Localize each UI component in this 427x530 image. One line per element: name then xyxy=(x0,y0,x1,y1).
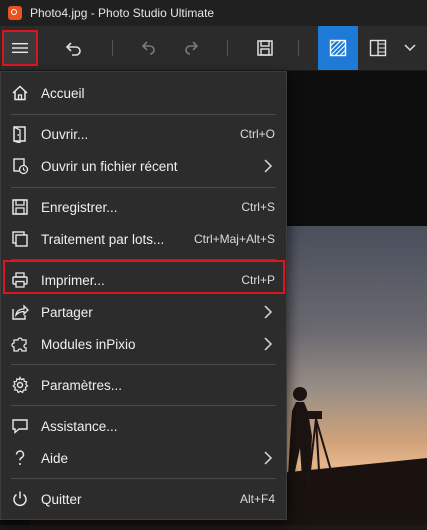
chevron-right-icon xyxy=(264,451,273,465)
undo-icon xyxy=(65,42,81,56)
title-bar: Photo4.jpg - Photo Studio Ultimate xyxy=(0,0,427,26)
menu-item-label: Accueil xyxy=(41,85,85,101)
save-button[interactable] xyxy=(247,30,283,66)
redo-button[interactable] xyxy=(131,30,167,66)
menu-item-assistance[interactable]: Assistance... xyxy=(1,410,286,442)
save-icon xyxy=(257,40,273,56)
menu-item-ouvrir[interactable]: Ouvrir... Ctrl+O xyxy=(1,118,286,150)
menu-item-modules-inpixio[interactable]: Modules inPixio xyxy=(1,328,286,360)
undo-disabled-icon xyxy=(141,41,155,55)
menu-divider xyxy=(11,405,276,406)
menu-item-label: Enregistrer... xyxy=(41,199,118,215)
menu-item-shortcut: Ctrl+Maj+Alt+S xyxy=(193,232,275,246)
batch-processing-icon xyxy=(12,231,28,247)
save-icon xyxy=(12,199,28,215)
menu-item-label: Modules inPixio xyxy=(41,336,136,352)
window-title: Photo4.jpg - Photo Studio Ultimate xyxy=(30,6,215,20)
menu-item-quitter[interactable]: Quitter Alt+F4 xyxy=(1,483,286,515)
menu-item-label: Quitter xyxy=(41,491,82,507)
chevron-right-icon xyxy=(264,337,273,351)
split-view-button[interactable] xyxy=(360,30,396,66)
menu-divider xyxy=(11,187,276,188)
gear-icon xyxy=(12,376,29,394)
chevron-down-icon xyxy=(404,44,416,52)
menu-item-label: Assistance... xyxy=(41,418,118,434)
menu-item-shortcut: Alt+F4 xyxy=(239,492,275,506)
menu-item-label: Traitement par lots... xyxy=(41,231,165,247)
redo-button[interactable] xyxy=(173,30,209,66)
toolbar-divider xyxy=(227,40,228,56)
menu-item-label: Ouvrir un fichier récent xyxy=(41,158,178,174)
menu-divider xyxy=(11,114,276,115)
toolbar-divider xyxy=(298,40,299,56)
toolbar xyxy=(0,26,427,71)
menu-item-label: Paramètres... xyxy=(41,377,123,393)
redo-disabled-icon xyxy=(185,41,199,55)
share-icon xyxy=(12,304,29,320)
toolbar-divider xyxy=(112,40,113,56)
app-logo-icon xyxy=(8,6,22,20)
chevron-right-icon xyxy=(264,305,273,319)
menu-item-label: Aide xyxy=(41,450,69,466)
chevron-right-icon xyxy=(264,159,273,173)
puzzle-icon xyxy=(11,337,27,352)
menu-item-partager[interactable]: Partager xyxy=(1,296,286,328)
split-view-icon xyxy=(369,39,387,57)
hatched-view-icon xyxy=(329,39,347,57)
menu-divider xyxy=(11,478,276,479)
menu-divider xyxy=(11,364,276,365)
chat-support-icon xyxy=(12,419,28,435)
menu-item-parametres[interactable]: Paramètres... xyxy=(1,369,286,401)
home-icon xyxy=(12,85,28,101)
menu-item-shortcut: Ctrl+O xyxy=(239,127,275,141)
menu-item-shortcut: Ctrl+S xyxy=(241,200,275,214)
menu-item-accueil[interactable]: Accueil xyxy=(1,77,286,109)
view-dropdown-button[interactable] xyxy=(395,30,425,66)
menu-item-ouvrir-recent[interactable]: Ouvrir un fichier récent xyxy=(1,150,286,182)
compare-view-button[interactable] xyxy=(318,26,358,70)
imprimer-highlight-box xyxy=(3,260,285,294)
menu-item-enregistrer[interactable]: Enregistrer... Ctrl+S xyxy=(1,191,286,223)
undo-button[interactable] xyxy=(56,30,92,66)
open-icon xyxy=(13,126,26,143)
menu-item-traitement-par-lots[interactable]: Traitement par lots... Ctrl+Maj+Alt+S xyxy=(1,223,286,255)
recent-file-icon xyxy=(13,158,29,175)
question-mark-icon xyxy=(15,450,25,465)
hamburger-menu-button[interactable] xyxy=(2,30,38,66)
menu-item-aide[interactable]: Aide xyxy=(1,442,286,474)
power-icon xyxy=(13,491,27,507)
menu-item-label: Ouvrir... xyxy=(41,126,89,142)
menu-item-label: Partager xyxy=(41,304,93,320)
hamburger-icon xyxy=(12,43,28,53)
main-menu: Accueil Ouvrir... Ctrl+O Ouvrir un fichi… xyxy=(0,71,287,520)
